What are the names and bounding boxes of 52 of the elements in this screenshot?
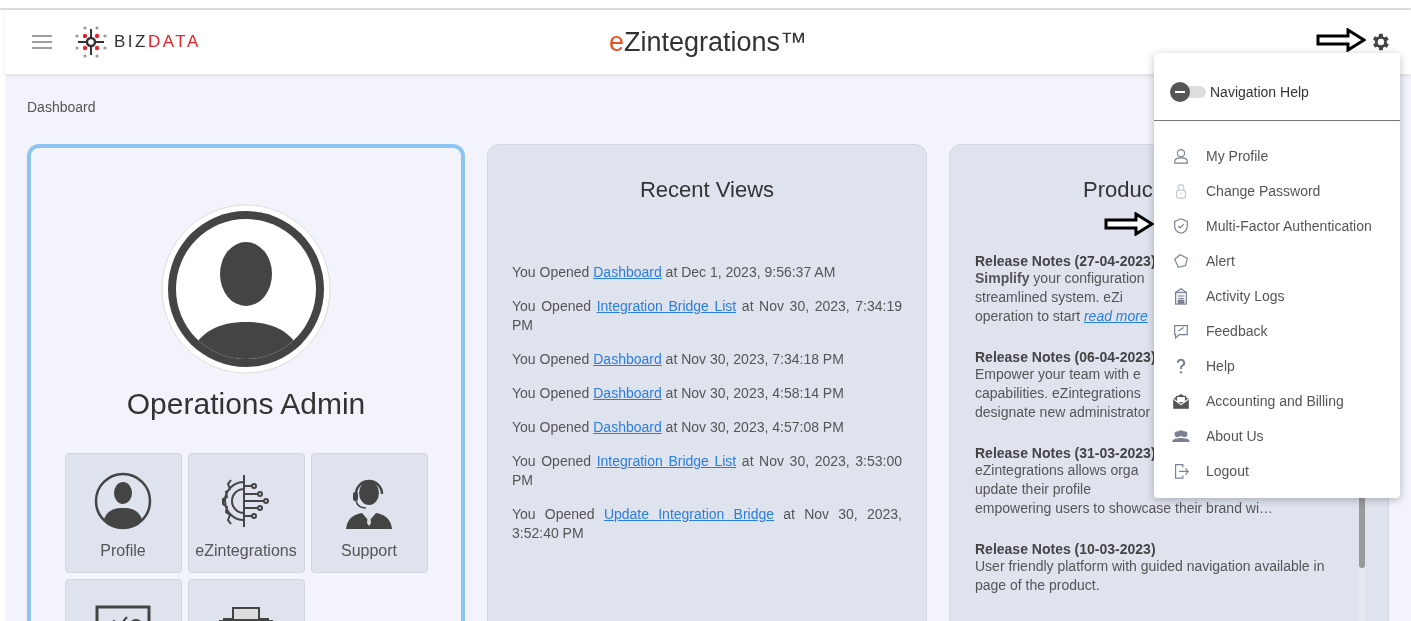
note-title: Release Notes (06-04-2023)	[975, 349, 1156, 365]
brand-title: eZintegrations™	[608, 26, 808, 58]
toggle-label: Navigation Help	[1210, 84, 1309, 100]
note-text: eZintegrations allows orga	[975, 461, 1139, 480]
recent-view-entry: You Opened Integration Bridge List at Nov 30, 2023, 3:53:00 PM	[512, 452, 902, 490]
menu-item[interactable]: Accounting and Billing	[1154, 383, 1400, 418]
note-text: empowering users to showcase their brand wi…	[975, 499, 1274, 518]
user-name: Operations Admin	[126, 387, 366, 421]
shortcut-tile[interactable]: Support	[310, 453, 428, 573]
shortcut-tile[interactable]: eZintegrations	[187, 453, 305, 573]
note-title: Release Notes (31-03-2023)	[975, 445, 1156, 461]
menu-item[interactable]: Logout	[1154, 453, 1400, 488]
user-icon	[1172, 146, 1190, 165]
menu-item[interactable]: Feedback	[1154, 313, 1400, 348]
note-title: Release Notes (10-03-2023)	[975, 541, 1156, 557]
note-text: streamlined system. eZi	[975, 288, 1123, 307]
note-text: capabilities. eZintegrations	[975, 384, 1141, 403]
card-title: Produc	[1083, 177, 1153, 203]
recent-view-entry: You Opened Update Integration Bridge at Nov 30, 2023, 3:52:40 PM	[512, 505, 902, 543]
breadcrumb[interactable]: Dashboard	[27, 99, 96, 115]
menu-item[interactable]: Multi-Factor Authentication	[1154, 208, 1400, 243]
tag-icon	[1172, 251, 1190, 270]
recent-view-entry: You Opened Integration Bridge List at Nov 30, 2023, 7:34:19 PM	[512, 297, 902, 335]
envelope-icon	[1172, 391, 1190, 410]
network-logo-icon	[74, 25, 108, 59]
menu-item[interactable]: Activity Logs	[1154, 278, 1400, 313]
card-title: Recent Views	[639, 177, 775, 203]
shield-check-icon	[1172, 216, 1190, 235]
shortcut-tile[interactable]: Profile	[64, 453, 182, 573]
note-text: Simplify your configuration	[975, 269, 1145, 288]
note-title: Release Notes (27-04-2023)	[975, 253, 1156, 269]
note-text: operation to start read more	[975, 307, 1148, 326]
avatar-icon	[161, 204, 331, 374]
note-text: Empower your team with e	[975, 365, 1141, 384]
note-text: designate new administrator	[975, 403, 1151, 422]
recent-view-entry: You Opened Dashboard at Nov 30, 2023, 7:34:18 PM	[512, 350, 845, 369]
menu-icon[interactable]	[32, 35, 52, 49]
recent-view-entry: You Opened Dashboard at Nov 30, 2023, 4:58:14 PM	[512, 384, 845, 403]
logout-icon	[1172, 461, 1190, 480]
recent-view-entry: You Opened Dashboard at Dec 1, 2023, 9:56:37 AM	[512, 263, 837, 282]
menu-item[interactable]: Change Password	[1154, 173, 1400, 208]
menu-item[interactable]: Help	[1154, 348, 1400, 383]
menu-item[interactable]: My Profile	[1154, 138, 1400, 173]
clipboard-icon	[1172, 286, 1190, 305]
recent-view-entry: You Opened Dashboard at Nov 30, 2023, 4:57:08 PM	[512, 418, 845, 437]
note-text: update their profile	[975, 480, 1091, 499]
menu-item[interactable]: Alert	[1154, 243, 1400, 278]
note-text: User friendly platform with guided navigation available in page of the product.	[975, 557, 1326, 595]
user-icon	[94, 472, 152, 530]
menu-item[interactable]: About Us	[1154, 418, 1400, 453]
navigation-help-toggle[interactable]	[1170, 81, 1206, 103]
company-logo-text: BIZDATA	[114, 32, 201, 52]
